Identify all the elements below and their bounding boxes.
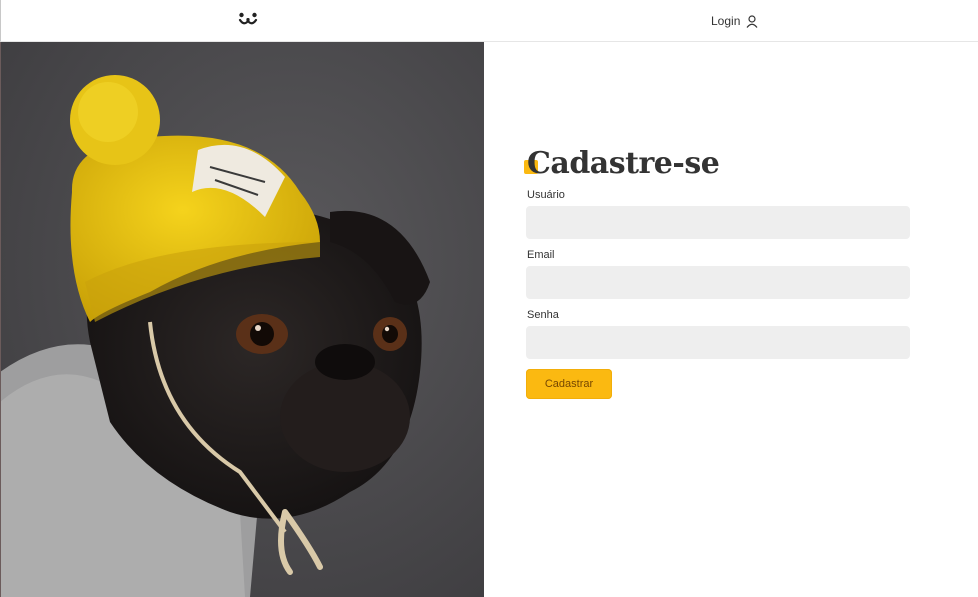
username-input[interactable] [526, 206, 910, 239]
title-block: Cadastre-se [524, 146, 720, 186]
password-label: Senha [527, 309, 559, 321]
login-link[interactable]: Login [711, 13, 758, 29]
password-input[interactable] [526, 326, 910, 359]
username-label: Usuário [527, 189, 565, 201]
user-icon [746, 14, 758, 28]
signup-form: Cadastre-se Usuário Email Senha Cadastra… [484, 42, 978, 597]
submit-button[interactable]: Cadastrar [526, 369, 612, 399]
dogs-logo-icon[interactable] [237, 9, 259, 31]
email-label: Email [527, 249, 555, 261]
page-title: Cadastre-se [527, 146, 720, 181]
login-label: Login [711, 14, 741, 28]
dog-photo [0, 42, 484, 597]
email-input[interactable] [526, 266, 910, 299]
top-nav: Login [0, 0, 978, 42]
